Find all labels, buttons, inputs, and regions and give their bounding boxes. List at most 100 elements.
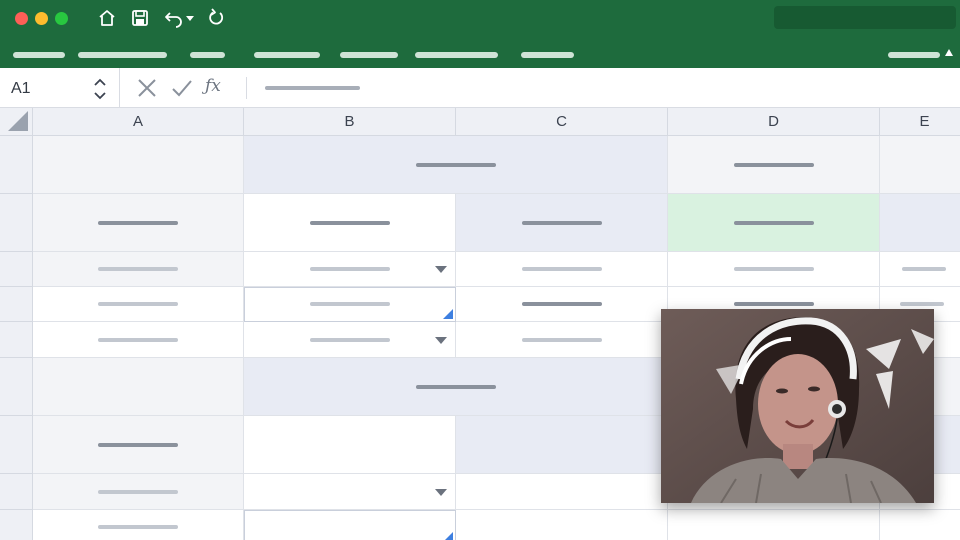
ribbon-tab[interactable]	[254, 52, 320, 58]
grid-cell[interactable]	[33, 287, 244, 322]
dropdown-cell[interactable]	[244, 322, 456, 358]
ribbon-tabs	[0, 36, 960, 68]
chevron-down-icon[interactable]	[185, 8, 195, 28]
cell-content	[98, 442, 178, 447]
grid-cell[interactable]	[456, 287, 668, 322]
grid-cell[interactable]	[456, 416, 668, 474]
close-window-button[interactable]	[15, 12, 28, 25]
grid-cell[interactable]	[33, 322, 244, 358]
formula-divider	[246, 77, 247, 99]
merged-header-cell[interactable]	[244, 358, 668, 416]
close-icon[interactable]	[136, 77, 158, 99]
row-header[interactable]	[0, 287, 33, 322]
dropdown-cell[interactable]	[244, 474, 456, 510]
cell-content	[309, 302, 390, 306]
row-header[interactable]	[0, 194, 33, 252]
ribbon-tab[interactable]	[521, 52, 574, 58]
grid-cell[interactable]	[456, 252, 668, 287]
grid-cell[interactable]	[880, 136, 960, 194]
redo-icon[interactable]	[206, 8, 226, 28]
grid-cell[interactable]	[33, 510, 244, 540]
cell-content	[521, 302, 602, 306]
cell-content	[98, 489, 178, 494]
row-header[interactable]	[0, 416, 33, 474]
grid-cell[interactable]	[456, 194, 668, 252]
webcam-video-overlay[interactable]	[661, 309, 934, 503]
cell-content	[309, 267, 390, 271]
cell-reference: A1	[11, 80, 31, 97]
highlighted-cell[interactable]	[668, 194, 880, 252]
cell-content	[733, 267, 814, 271]
cell-content	[415, 384, 496, 389]
search-box[interactable]	[774, 6, 956, 29]
merged-header-cell[interactable]	[244, 136, 668, 194]
selected-cell[interactable]	[244, 510, 456, 540]
save-icon[interactable]	[130, 8, 150, 28]
dropdown-arrow-icon[interactable]	[435, 266, 447, 273]
formula-bar: A1 ƒx	[0, 68, 960, 108]
selected-cell[interactable]	[244, 287, 456, 322]
check-icon[interactable]	[171, 77, 193, 99]
dropdown-cell[interactable]	[244, 252, 456, 287]
grid-cell[interactable]	[880, 510, 960, 540]
column-header-b[interactable]: B	[244, 108, 456, 136]
ribbon-tab[interactable]	[415, 52, 498, 58]
ribbon-tab[interactable]	[13, 52, 65, 58]
cell-content	[521, 267, 602, 271]
grid-cell[interactable]	[456, 510, 668, 540]
cell-content	[98, 525, 178, 529]
grid-cell[interactable]	[33, 416, 244, 474]
cell-content	[733, 162, 814, 167]
undo-icon[interactable]	[164, 8, 186, 28]
grid-cell[interactable]	[880, 194, 960, 252]
select-all-button[interactable]	[0, 108, 33, 136]
column-header-c[interactable]: C	[456, 108, 668, 136]
title-bar	[0, 0, 960, 36]
cell-content	[900, 302, 944, 306]
row-header[interactable]	[0, 510, 33, 540]
dropdown-arrow-icon[interactable]	[435, 336, 447, 344]
fill-handle-icon[interactable]	[443, 532, 453, 540]
maximize-window-button[interactable]	[55, 12, 68, 25]
cell-content	[733, 220, 814, 225]
column-header-e[interactable]: E	[880, 108, 960, 136]
cell-content	[98, 220, 178, 225]
grid-cell[interactable]	[668, 136, 880, 194]
grid-cell[interactable]	[244, 416, 456, 474]
grid-cell[interactable]	[456, 474, 668, 510]
insert-function-button[interactable]: ƒx	[205, 76, 221, 96]
ribbon-tab-share[interactable]	[888, 52, 940, 58]
grid-cell[interactable]	[33, 358, 244, 416]
grid-cell[interactable]	[33, 474, 244, 510]
row-header[interactable]	[0, 322, 33, 358]
grid-cell[interactable]	[456, 322, 668, 358]
home-icon[interactable]	[97, 8, 117, 28]
grid-cell[interactable]	[244, 194, 456, 252]
cell-content	[902, 267, 946, 271]
stepper-icon[interactable]	[92, 76, 108, 102]
minimize-window-button[interactable]	[35, 12, 48, 25]
cell-content	[309, 337, 390, 342]
row-header[interactable]	[0, 252, 33, 287]
column-header-a[interactable]: A	[33, 108, 244, 136]
grid-cell[interactable]	[33, 136, 244, 194]
grid-cell[interactable]	[668, 510, 880, 540]
grid-cell[interactable]	[33, 252, 244, 287]
grid-cell[interactable]	[33, 194, 244, 252]
grid-cell[interactable]	[880, 252, 960, 287]
formula-input[interactable]	[265, 86, 360, 90]
row-header[interactable]	[0, 474, 33, 510]
name-box[interactable]: A1	[0, 68, 120, 108]
column-header-d[interactable]: D	[668, 108, 880, 136]
ribbon-tab[interactable]	[78, 52, 167, 58]
collapse-ribbon-icon[interactable]	[945, 49, 953, 56]
ribbon-tab[interactable]	[340, 52, 398, 58]
ribbon-tab[interactable]	[190, 52, 225, 58]
row-header[interactable]	[0, 136, 33, 194]
row-header[interactable]	[0, 358, 33, 416]
grid-cell[interactable]	[668, 252, 880, 287]
webcam-feed-image	[661, 309, 934, 503]
dropdown-arrow-icon[interactable]	[435, 488, 447, 496]
cell-content	[415, 162, 496, 167]
fill-handle-icon[interactable]	[443, 309, 453, 319]
